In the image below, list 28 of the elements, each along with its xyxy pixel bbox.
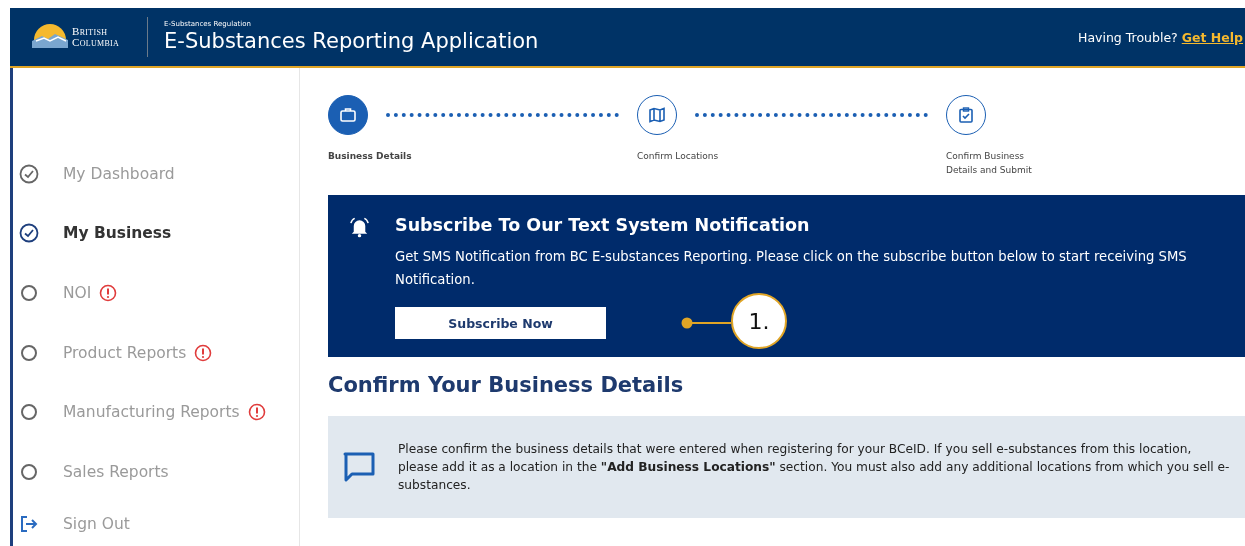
- sun-mountain-logo-icon: [30, 24, 70, 50]
- speech-bubble-icon: [342, 451, 376, 483]
- step-label: Business Details: [328, 150, 413, 163]
- notification-title: Subscribe To Our Text System Notification: [395, 215, 811, 235]
- notification-text: Get SMS Notification from BC E-substances Reporting. Please click on the subscribe button below to start receiving SMS Notification.: [395, 248, 1188, 289]
- leader-line: [681, 317, 732, 329]
- step-label: Confirm Business Details and Submit: [946, 150, 1033, 177]
- get-help-link[interactable]: Get Help: [1181, 29, 1243, 45]
- callout-number: 1.: [731, 293, 788, 349]
- info-text: Please confirm the business details that were entered when registering for your BCeID. If you sell e-substances from this location, please add it as a location in the "Add Business Locations" section. You must also add any additional locations from which you sell e-substances.: [398, 441, 1231, 494]
- sidebar-item[interactable]: NOI: [63, 284, 92, 302]
- sidebar-item[interactable]: Manufacturing Reports: [63, 403, 240, 422]
- bell-icon: [348, 215, 372, 239]
- sidebar-item[interactable]: Sign Out: [63, 514, 130, 533]
- subscribe-button[interactable]: Subscribe Now: [395, 307, 607, 339]
- app-title: E-Substances Reporting Application: [164, 28, 539, 54]
- help-prompt: Having Trouble?: [1078, 29, 1178, 45]
- step-label: Confirm Locations: [637, 150, 720, 163]
- sidebar-item[interactable]: Product Reports: [63, 343, 187, 362]
- sign-out-icon: [19, 513, 39, 534]
- briefcase-icon: [339, 106, 357, 124]
- logo-wordmark: British Columbia: [72, 26, 120, 48]
- sidebar-item[interactable]: My Business: [63, 224, 172, 243]
- sidebar-item[interactable]: Sales Reports: [63, 462, 169, 481]
- clipboard-check-icon: [957, 106, 975, 124]
- sidebar-item[interactable]: My Dashboard: [63, 164, 175, 183]
- section-heading: Confirm Your Business Details: [328, 373, 685, 397]
- map-icon: [648, 106, 666, 124]
